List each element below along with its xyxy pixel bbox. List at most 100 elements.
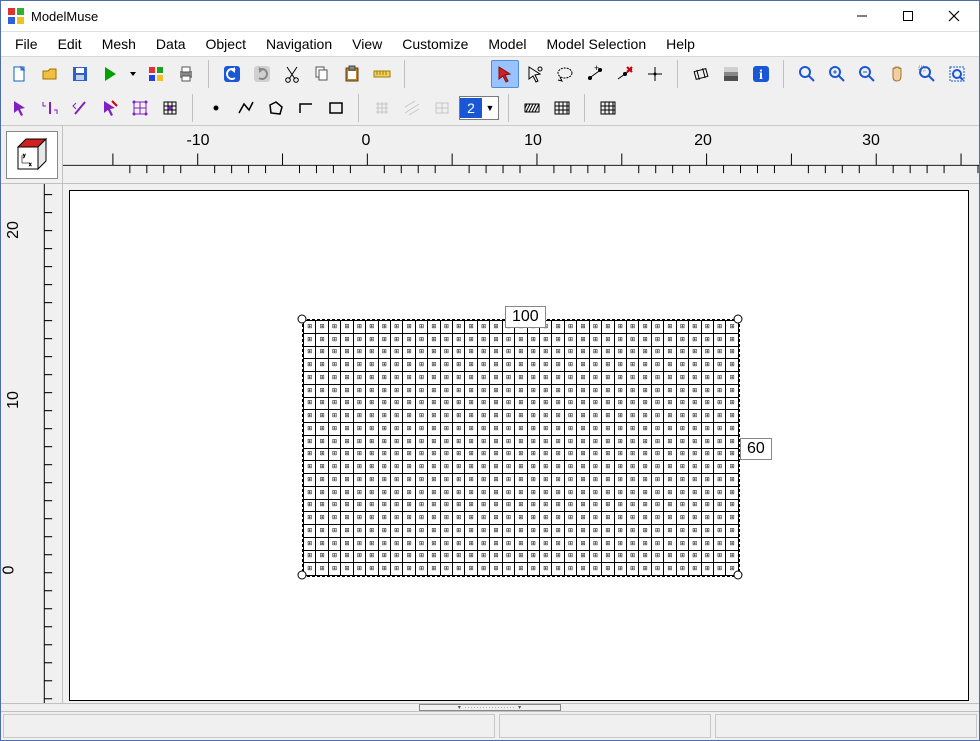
menu-model-selection[interactable]: Model Selection <box>537 32 657 56</box>
zoom-out-button[interactable] <box>853 60 881 88</box>
group-edit <box>215 58 399 90</box>
del-col-row-icon[interactable] <box>96 94 124 122</box>
window-title: ModelMuse <box>31 9 839 24</box>
close-button[interactable] <box>931 1 977 31</box>
toolbar-row-2: 2 ▼ <box>1 91 979 125</box>
pointer-tool[interactable] <box>491 60 519 88</box>
pan-button[interactable] <box>883 60 911 88</box>
view-cube[interactable]: yx <box>6 131 58 179</box>
zoom-region-button[interactable] <box>943 60 971 88</box>
maximize-button[interactable] <box>885 1 931 31</box>
straight-line-tool[interactable] <box>292 94 320 122</box>
view-grid-icon[interactable] <box>548 94 576 122</box>
splitter-grip-icon: ▾ ················· ▾ <box>419 704 561 711</box>
spacing-icon[interactable] <box>156 94 184 122</box>
status-bar <box>1 711 979 740</box>
separator <box>508 94 513 122</box>
group-create <box>3 92 187 124</box>
separator <box>584 94 589 122</box>
group-view2 <box>591 92 625 124</box>
run-button[interactable] <box>96 60 124 88</box>
menu-data[interactable]: Data <box>146 32 196 56</box>
height-callout: 60 <box>740 438 772 460</box>
svg-text:i: i <box>759 68 763 83</box>
chevron-down-icon: ▼ <box>482 103 498 113</box>
status-pane-3 <box>715 714 977 738</box>
view-cells-icon[interactable] <box>594 94 622 122</box>
horizontal-splitter[interactable]: ▾ ················· ▾ <box>1 703 979 711</box>
cut-button[interactable] <box>278 60 306 88</box>
minimize-button[interactable] <box>839 1 885 31</box>
menu-navigation[interactable]: Navigation <box>256 32 342 56</box>
menu-file[interactable]: File <box>5 32 48 56</box>
grid-diag-icon[interactable] <box>398 94 426 122</box>
layer-selector[interactable]: 2 ▼ <box>459 96 499 120</box>
zoom-in-button[interactable] <box>823 60 851 88</box>
group-select: + <box>488 58 672 90</box>
rectangle-tool[interactable] <box>322 94 350 122</box>
redo-button[interactable] <box>248 60 276 88</box>
select-polygon-tool[interactable] <box>551 60 579 88</box>
layer-value: 2 <box>460 98 482 118</box>
polyline-tool[interactable] <box>232 94 260 122</box>
create-point-icon[interactable] <box>6 94 34 122</box>
delete-vertex-tool[interactable] <box>611 60 639 88</box>
group-gridstyle: 2 ▼ <box>365 92 503 124</box>
group-shapes <box>199 92 353 124</box>
menu-help[interactable]: Help <box>656 32 705 56</box>
move-nodes-icon[interactable] <box>641 60 669 88</box>
info-button[interactable]: i <box>747 60 775 88</box>
subdivide-icon[interactable] <box>126 94 154 122</box>
group-zoom <box>790 58 974 90</box>
print-button[interactable] <box>172 60 200 88</box>
status-pane-2 <box>499 714 711 738</box>
separator <box>358 94 363 122</box>
model-canvas[interactable]: ⊞⊞⊞⊞⊞⊞⊞⊞⊞⊞⊞⊞⊞⊞⊞⊞⊞⊞⊞⊞⊞⊞⊞⊞⊞⊞⊞⊞⊞⊞⊞⊞⊞⊞⊞⊞⊞⊞⊞⊞… <box>69 190 969 701</box>
vertical-ruler: 20100 <box>1 184 63 703</box>
horizontal-ruler: -100102030 <box>63 126 979 184</box>
add-vertex-tool[interactable]: + <box>581 60 609 88</box>
paste-button[interactable] <box>338 60 366 88</box>
view-hatch-icon[interactable] <box>518 94 546 122</box>
grid-square-icon[interactable] <box>428 94 456 122</box>
run-dropdown-icon[interactable] <box>126 60 140 88</box>
open-button[interactable] <box>36 60 64 88</box>
save-button[interactable] <box>66 60 94 88</box>
visualize-button[interactable] <box>142 60 170 88</box>
group-view <box>515 92 579 124</box>
menu-object[interactable]: Object <box>196 32 256 56</box>
grid-angle-button[interactable] <box>687 60 715 88</box>
move-col-row-icon[interactable] <box>66 94 94 122</box>
svg-text:+: + <box>594 65 599 73</box>
lasso-tool[interactable] <box>521 60 549 88</box>
title-bar: ModelMuse <box>1 1 979 32</box>
resize-handle-se[interactable] <box>734 571 743 580</box>
resize-handle-sw[interactable] <box>298 571 307 580</box>
toolbars: + i <box>1 57 979 126</box>
view-grid: yx -100102030 20100 <box>1 126 979 703</box>
zoom-window-button[interactable] <box>913 60 941 88</box>
resize-handle-ne[interactable] <box>734 315 743 324</box>
undo-button[interactable] <box>218 60 246 88</box>
workspace: yx -100102030 20100 <box>1 126 979 740</box>
menu-model[interactable]: Model <box>478 32 536 56</box>
new-button[interactable] <box>6 60 34 88</box>
polygon-tool[interactable] <box>262 94 290 122</box>
model-grid-object[interactable]: ⊞⊞⊞⊞⊞⊞⊞⊞⊞⊞⊞⊞⊞⊞⊞⊞⊞⊞⊞⊞⊞⊞⊞⊞⊞⊞⊞⊞⊞⊞⊞⊞⊞⊞⊞⊞⊞⊞⊞⊞… <box>302 319 740 577</box>
color-legend-button[interactable] <box>717 60 745 88</box>
menu-customize[interactable]: Customize <box>392 32 478 56</box>
add-col-row-icon[interactable] <box>36 94 64 122</box>
point-tool[interactable] <box>202 94 230 122</box>
copy-button[interactable] <box>308 60 336 88</box>
measure-button[interactable] <box>368 60 396 88</box>
menu-mesh[interactable]: Mesh <box>92 32 146 56</box>
zoom-extents-button[interactable] <box>793 60 821 88</box>
resize-handle-nw[interactable] <box>298 315 307 324</box>
separator <box>783 60 788 88</box>
menu-bar: File Edit Mesh Data Object Navigation Vi… <box>1 32 979 57</box>
menu-edit[interactable]: Edit <box>48 32 92 56</box>
grid-small-icon[interactable] <box>368 94 396 122</box>
view-cube-corner: yx <box>1 126 63 184</box>
group-display: i <box>684 58 778 90</box>
menu-view[interactable]: View <box>342 32 392 56</box>
